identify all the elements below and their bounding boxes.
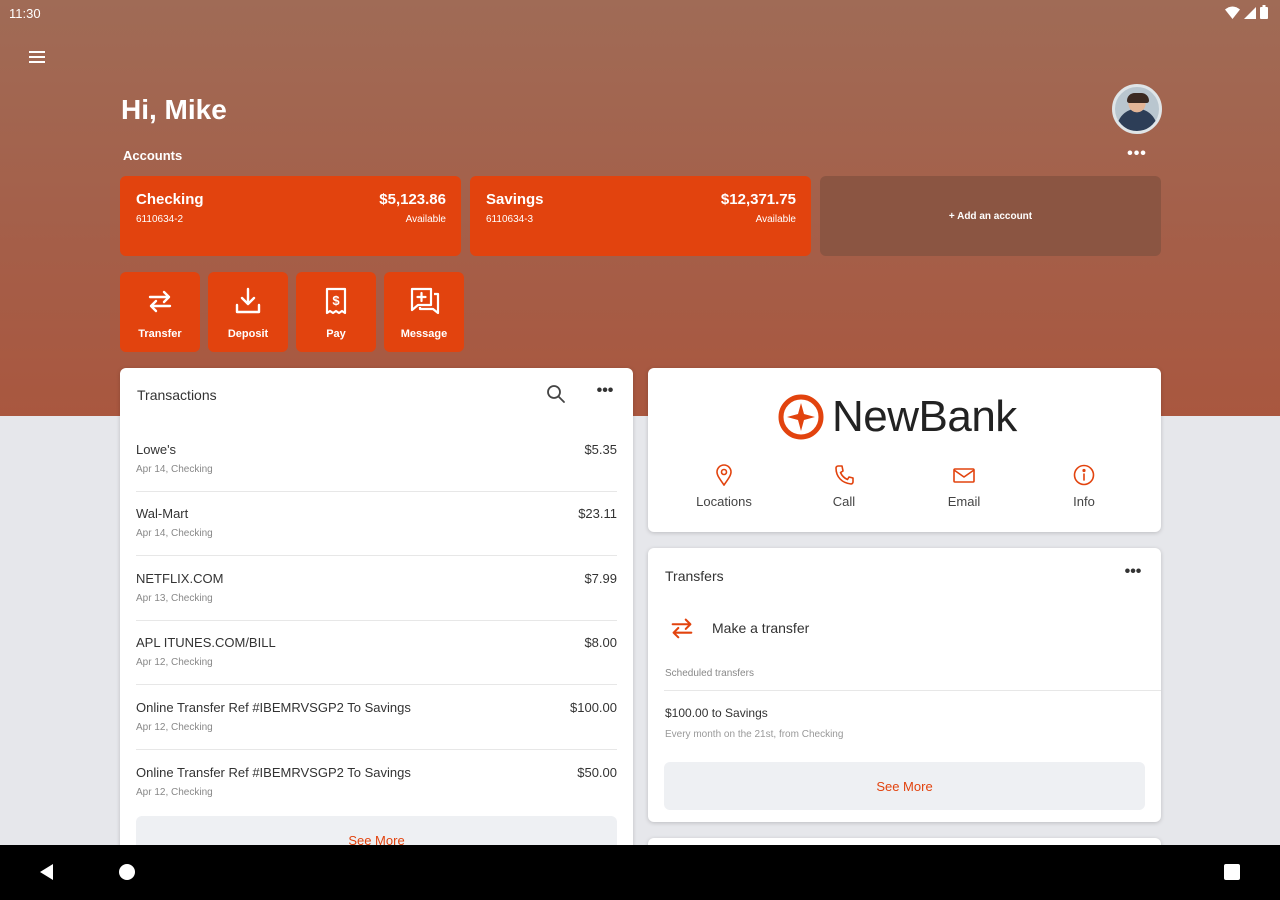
action-label: Deposit [227, 328, 269, 340]
message-icon [410, 287, 440, 315]
make-transfer-button[interactable]: Make a transfer [664, 610, 1145, 646]
transaction-name: APL ITUNES.COM/BILL [136, 635, 276, 650]
account-number: 6110634-3 [486, 214, 534, 225]
status-time: 11:30 [9, 6, 41, 21]
avatar-hair [1127, 93, 1149, 103]
battery-icon [1260, 5, 1268, 19]
transfer-action-button[interactable]: Transfer [120, 272, 200, 352]
newbank-logo-icon [778, 394, 824, 440]
account-status: Available [405, 214, 446, 225]
recents-button[interactable] [1224, 864, 1240, 880]
account-card-checking[interactable]: Checking 6110634-2 $5,123.86 Available [120, 176, 461, 256]
transfers-title: Transfers [665, 568, 724, 584]
transaction-row[interactable]: NETFLIX.COM Apr 13, Checking $7.99 [136, 557, 617, 621]
transaction-name: Online Transfer Ref #IBEMRVSGP2 To Savin… [136, 700, 411, 715]
bank-card: NewBank Locations Call Email Info [648, 368, 1161, 532]
transaction-amount: $7.99 [584, 571, 617, 586]
bank-action-label: Locations [696, 494, 752, 509]
call-button[interactable]: Call [799, 464, 889, 509]
info-icon [1073, 464, 1095, 486]
phone-icon [835, 465, 854, 485]
transaction-name: Lowe's [136, 442, 177, 457]
status-bar: 11:30 [0, 0, 1280, 26]
transaction-name: Wal-Mart [136, 506, 189, 521]
transfer-icon [671, 618, 693, 639]
transaction-meta: Apr 14, Checking [136, 464, 213, 475]
back-icon [40, 864, 53, 880]
transaction-amount: $100.00 [570, 700, 617, 715]
transfer-icon [148, 290, 172, 313]
bank-name: NewBank [832, 392, 1017, 441]
transaction-meta: Apr 12, Checking [136, 657, 213, 668]
transaction-amount: $23.11 [578, 506, 617, 521]
action-label: Transfer [138, 328, 182, 340]
divider [664, 690, 1161, 691]
locations-button[interactable]: Locations [679, 464, 769, 509]
transaction-meta: Apr 12, Checking [136, 722, 213, 733]
transaction-row[interactable]: Lowe's Apr 14, Checking $5.35 [136, 428, 617, 492]
menu-button[interactable] [24, 44, 50, 70]
transactions-more-button[interactable]: ••• [592, 382, 618, 402]
transaction-amount: $5.35 [584, 442, 617, 457]
accounts-label: Accounts [123, 148, 183, 163]
account-balance: $5,123.86 [379, 191, 446, 208]
transaction-amount: $50.00 [577, 765, 617, 780]
transaction-row[interactable]: Wal-Mart Apr 14, Checking $23.11 [136, 492, 617, 556]
transaction-name: Online Transfer Ref #IBEMRVSGP2 To Savin… [136, 765, 411, 780]
transfers-see-more-button[interactable]: See More [664, 762, 1145, 810]
account-number: 6110634-2 [136, 214, 184, 225]
back-button[interactable] [38, 863, 56, 886]
transaction-meta: Apr 14, Checking [136, 528, 213, 539]
make-transfer-label: Make a transfer [712, 620, 810, 636]
location-pin-icon [716, 464, 732, 486]
email-icon [953, 468, 975, 483]
bank-logo: NewBank [778, 392, 1017, 442]
transactions-search-button[interactable] [546, 384, 566, 409]
account-name: Checking [136, 191, 204, 208]
transfers-card: Transfers ••• Make a transfer Scheduled … [648, 548, 1161, 822]
transactions-title: Transactions [137, 387, 217, 403]
account-status: Available [755, 214, 796, 225]
search-icon [547, 385, 565, 403]
transfers-more-button[interactable]: ••• [1120, 563, 1146, 583]
transaction-meta: Apr 13, Checking [136, 593, 213, 604]
pay-action-button[interactable]: $ Pay [296, 272, 376, 352]
action-label: Message [400, 328, 448, 340]
scheduled-transfer-title[interactable]: $100.00 to Savings [665, 706, 768, 720]
system-nav-bar [0, 845, 1280, 900]
transaction-meta: Apr 12, Checking [136, 787, 213, 798]
transactions-card: Transactions ••• Lowe's Apr 14, Checking… [120, 368, 633, 868]
bank-action-label: Info [1073, 494, 1095, 509]
transaction-row[interactable]: APL ITUNES.COM/BILL Apr 12, Checking $8.… [136, 621, 617, 685]
scheduled-transfer-detail: Every month on the 21st, from Checking [665, 729, 844, 740]
greeting-heading: Hi, Mike [121, 94, 227, 125]
message-action-button[interactable]: Message [384, 272, 464, 352]
email-button[interactable]: Email [919, 464, 1009, 509]
account-card-savings[interactable]: Savings 6110634-3 $12,371.75 Available [470, 176, 811, 256]
account-name: Savings [486, 191, 544, 208]
transaction-name: NETFLIX.COM [136, 571, 224, 586]
signal-icon [1244, 6, 1256, 19]
deposit-icon [235, 287, 261, 314]
menu-icon [29, 51, 45, 63]
scheduled-transfers-label: Scheduled transfers [665, 668, 754, 679]
action-label: Pay [326, 328, 346, 340]
bank-action-label: Email [947, 494, 981, 509]
transaction-row[interactable]: Online Transfer Ref #IBEMRVSGP2 To Savin… [136, 686, 617, 750]
avatar[interactable] [1112, 84, 1162, 134]
account-balance: $12,371.75 [720, 191, 796, 208]
transaction-amount: $8.00 [584, 635, 617, 650]
status-icons [1225, 5, 1268, 19]
home-button[interactable] [119, 864, 135, 880]
transaction-row[interactable]: Online Transfer Ref #IBEMRVSGP2 To Savin… [136, 751, 617, 815]
deposit-action-button[interactable]: Deposit [208, 272, 288, 352]
bill-pay-icon: $ [325, 287, 347, 315]
add-account-button[interactable]: + Add an account [820, 176, 1161, 256]
bank-action-label: Call [832, 494, 856, 509]
info-button[interactable]: Info [1039, 464, 1129, 509]
wifi-icon [1225, 6, 1240, 19]
accounts-more-button[interactable]: ••• [1124, 145, 1150, 165]
svg-text:$: $ [332, 293, 340, 308]
